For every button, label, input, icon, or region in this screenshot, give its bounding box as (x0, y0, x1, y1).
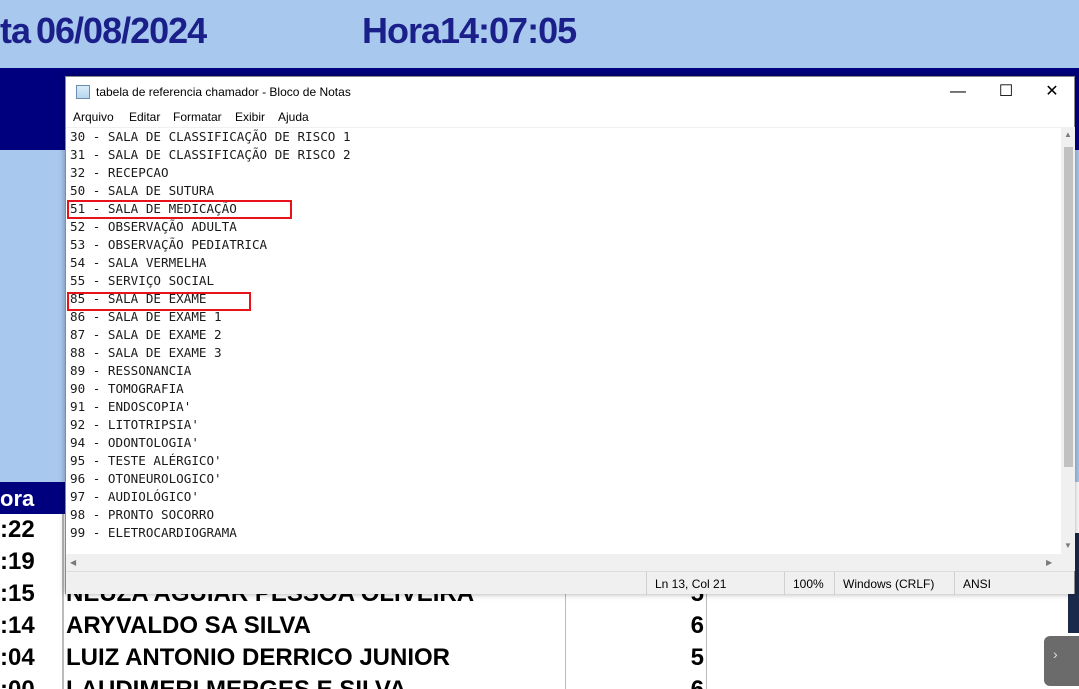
table-row: :14 ARYVALDO SA SILVA 6 (0, 612, 1079, 644)
text-line: 54 - SALA VERMELHA (70, 255, 207, 270)
text-line: 32 - RECEPCAO (70, 165, 169, 180)
status-encoding: ANSI (963, 577, 992, 591)
text-editor-area[interactable]: 30 - SALA DE CLASSIFICAÇÃO DE RISCO 1 31… (66, 127, 1061, 554)
minimize-button[interactable]: — (935, 77, 981, 107)
status-divider (954, 572, 955, 595)
maximize-icon: ☐ (998, 83, 1014, 100)
menu-arquivo[interactable]: Arquivo (73, 110, 114, 124)
menu-editar[interactable]: Editar (129, 110, 160, 124)
menu-exibir[interactable]: Exibir (235, 110, 265, 124)
status-zoom: 100% (793, 577, 824, 591)
status-line-ending: Windows (CRLF) (843, 577, 935, 591)
text-line: 53 - OBSERVAÇÃO PEDIATRICA (70, 237, 268, 252)
close-button[interactable]: ✕ (1029, 77, 1075, 107)
text-line: 89 - RESSONANCIA (70, 363, 192, 378)
minimize-icon: — (950, 83, 966, 100)
scroll-up-icon[interactable]: ▲ (1064, 130, 1072, 139)
row-time: :22 (0, 516, 35, 543)
vertical-scroll-thumb[interactable] (1064, 147, 1073, 467)
menu-ajuda[interactable]: Ajuda (278, 110, 309, 124)
row-time: :14 (0, 612, 35, 639)
menu-bar: Arquivo Editar Formatar Exibir Ajuda (66, 107, 1074, 127)
notepad-window: tabela de referencia chamador - Bloco de… (65, 76, 1075, 595)
highlight-box-exame (67, 292, 251, 311)
horizontal-scrollbar[interactable]: ◀ ▶ (66, 554, 1061, 571)
text-line: 97 - AUDIOLÓGICO' (70, 489, 199, 504)
scroll-down-icon[interactable]: ▼ (1064, 541, 1072, 550)
text-line: 31 - SALA DE CLASSIFICAÇÃO DE RISCO 2 (70, 147, 351, 162)
row-number: 6 (566, 676, 704, 689)
text-line: 87 - SALA DE EXAME 2 (70, 327, 222, 342)
status-divider (834, 572, 835, 595)
time-value: 14:07:05 (440, 10, 577, 51)
text-line: 99 - ELETROCARDIOGRAMA (70, 525, 237, 540)
chevron-right-icon: › (1053, 646, 1058, 662)
row-name: LAUDIMERI MERGES E SILVA (66, 676, 406, 689)
row-number: 5 (690, 644, 704, 671)
notepad-icon (76, 85, 90, 99)
row-time: :19 (0, 548, 35, 575)
text-line: 30 - SALA DE CLASSIFICAÇÃO DE RISCO 1 (70, 129, 351, 144)
text-line: 91 - ENDOSCOPIA' (70, 399, 192, 414)
window-title: tabela de referencia chamador - Bloco de… (96, 85, 351, 99)
text-line: 52 - OBSERVAÇÃO ADULTA (70, 219, 237, 234)
time-label: Hora (362, 10, 441, 51)
text-line: 55 - SERVIÇO SOCIAL (70, 273, 215, 288)
text-line: 90 - TOMOGRAFIA (70, 381, 184, 396)
date-label: ta (0, 10, 31, 51)
scroll-right-icon[interactable]: ▶ (1046, 558, 1052, 567)
text-line: 98 - PRONTO SOCORRO (70, 507, 215, 522)
text-line: 92 - LITOTRIPSIA' (70, 417, 199, 432)
row-time: :00 (0, 676, 60, 689)
maximize-button[interactable]: ☐ (983, 77, 1029, 107)
expand-chevron-button[interactable]: › (1044, 636, 1079, 686)
status-cursor-position: Ln 13, Col 21 (655, 577, 727, 591)
title-bar[interactable]: tabela de referencia chamador - Bloco de… (66, 77, 1074, 107)
text-line: 94 - ODONTOLOGIA' (70, 435, 199, 450)
text-line: 96 - OTONEUROLOGICO' (70, 471, 222, 486)
scroll-left-icon[interactable]: ◀ (70, 558, 76, 567)
column-header-time: ora (0, 482, 66, 514)
status-bar: Ln 13, Col 21 100% Windows (CRLF) ANSI (66, 571, 1074, 595)
scrollbar-corner (1061, 554, 1075, 571)
text-line: 88 - SALA DE EXAME 3 (70, 345, 222, 360)
row-name: LUIZ ANTONIO DERRICO JUNIOR (66, 644, 451, 671)
row-time: :04 (0, 644, 35, 671)
status-divider (784, 572, 785, 595)
row-name: ARYVALDO SA SILVA (66, 612, 311, 639)
column-header-label: ora (0, 486, 35, 511)
menu-formatar[interactable]: Formatar (173, 110, 222, 124)
row-number: 6 (690, 612, 704, 639)
highlight-box-medicacao (67, 200, 292, 219)
table-row: :04 LUIZ ANTONIO DERRICO JUNIOR 5 (0, 644, 1079, 676)
text-line: 50 - SALA DE SUTURA (70, 183, 215, 198)
table-divider (62, 514, 64, 689)
status-divider (646, 572, 647, 595)
close-icon: ✕ (1045, 83, 1059, 100)
text-line: 95 - TESTE ALÉRGICO' (70, 453, 222, 468)
table-row: :00 LAUDIMERI MERGES E SILVA 6 (0, 676, 1079, 689)
date-value: 06/08/2024 (36, 10, 207, 51)
row-time: :15 (0, 580, 35, 607)
